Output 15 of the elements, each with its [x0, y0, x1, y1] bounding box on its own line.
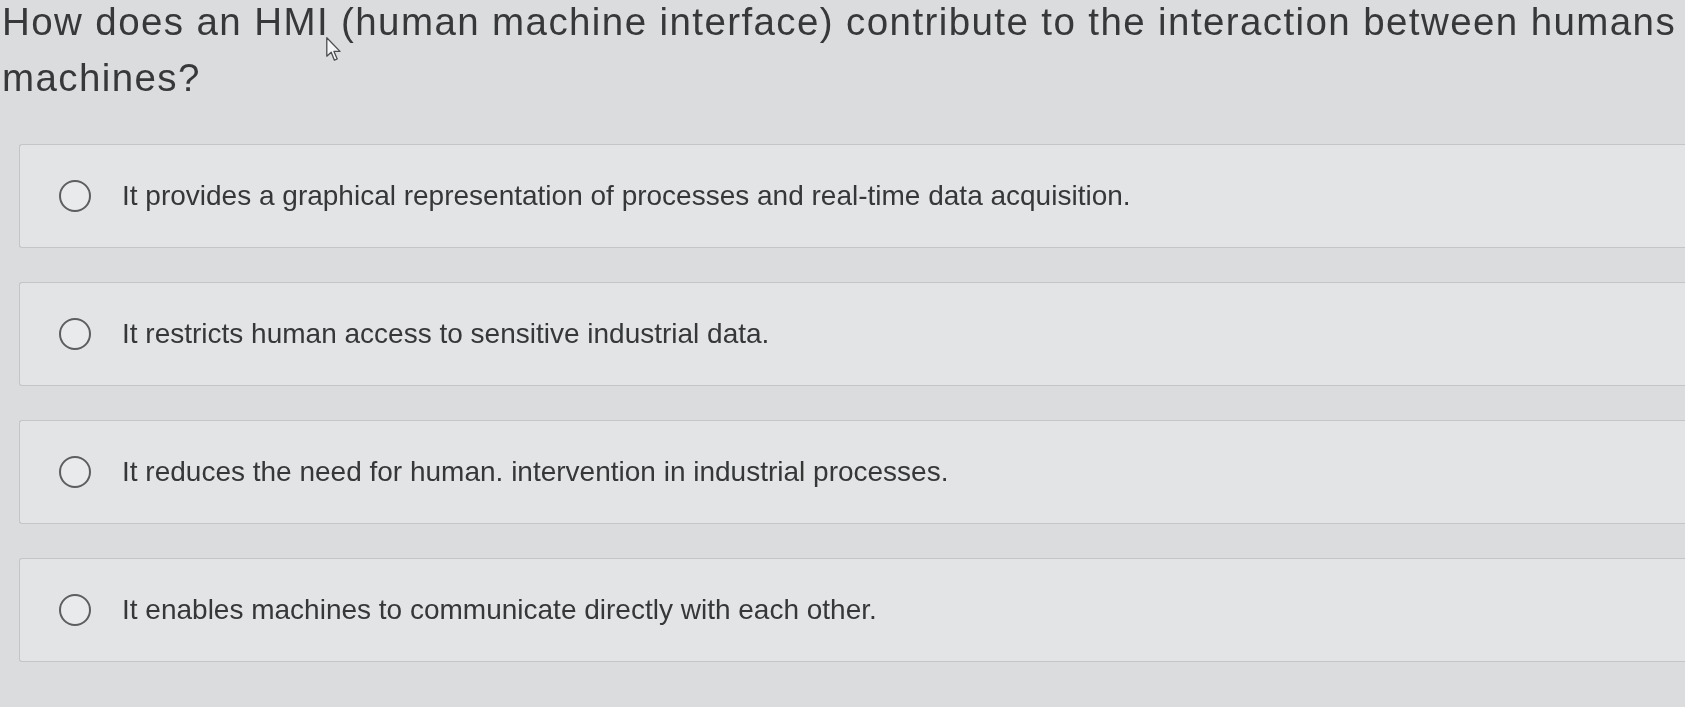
option-text: It enables machines to communicate directly with each other. [122, 593, 877, 627]
radio-button[interactable] [59, 180, 91, 212]
question-text: How does an HMI (human machine interface) contribute to the interaction between humans [2, 0, 1677, 44]
question-text: machines? [2, 56, 201, 100]
answer-option[interactable]: It reduces the need for human. intervention in industrial processes. [19, 420, 1685, 524]
answer-option[interactable]: It restricts human access to sensitive industrial data. [19, 282, 1685, 386]
mouse-pointer-icon [326, 37, 342, 61]
option-text: It provides a graphical representation of processes and real-time data acquisition. [122, 179, 1131, 213]
option-text: It restricts human access to sensitive industrial data. [122, 317, 770, 351]
radio-button[interactable] [59, 318, 91, 350]
option-text: It reduces the need for human. intervention in industrial processes. [122, 455, 949, 489]
radio-button[interactable] [59, 456, 91, 488]
answer-option[interactable]: It provides a graphical representation of processes and real-time data acquisition. [19, 144, 1685, 248]
radio-button[interactable] [59, 594, 91, 626]
answer-option[interactable]: It enables machines to communicate directly with each other. [19, 558, 1685, 662]
